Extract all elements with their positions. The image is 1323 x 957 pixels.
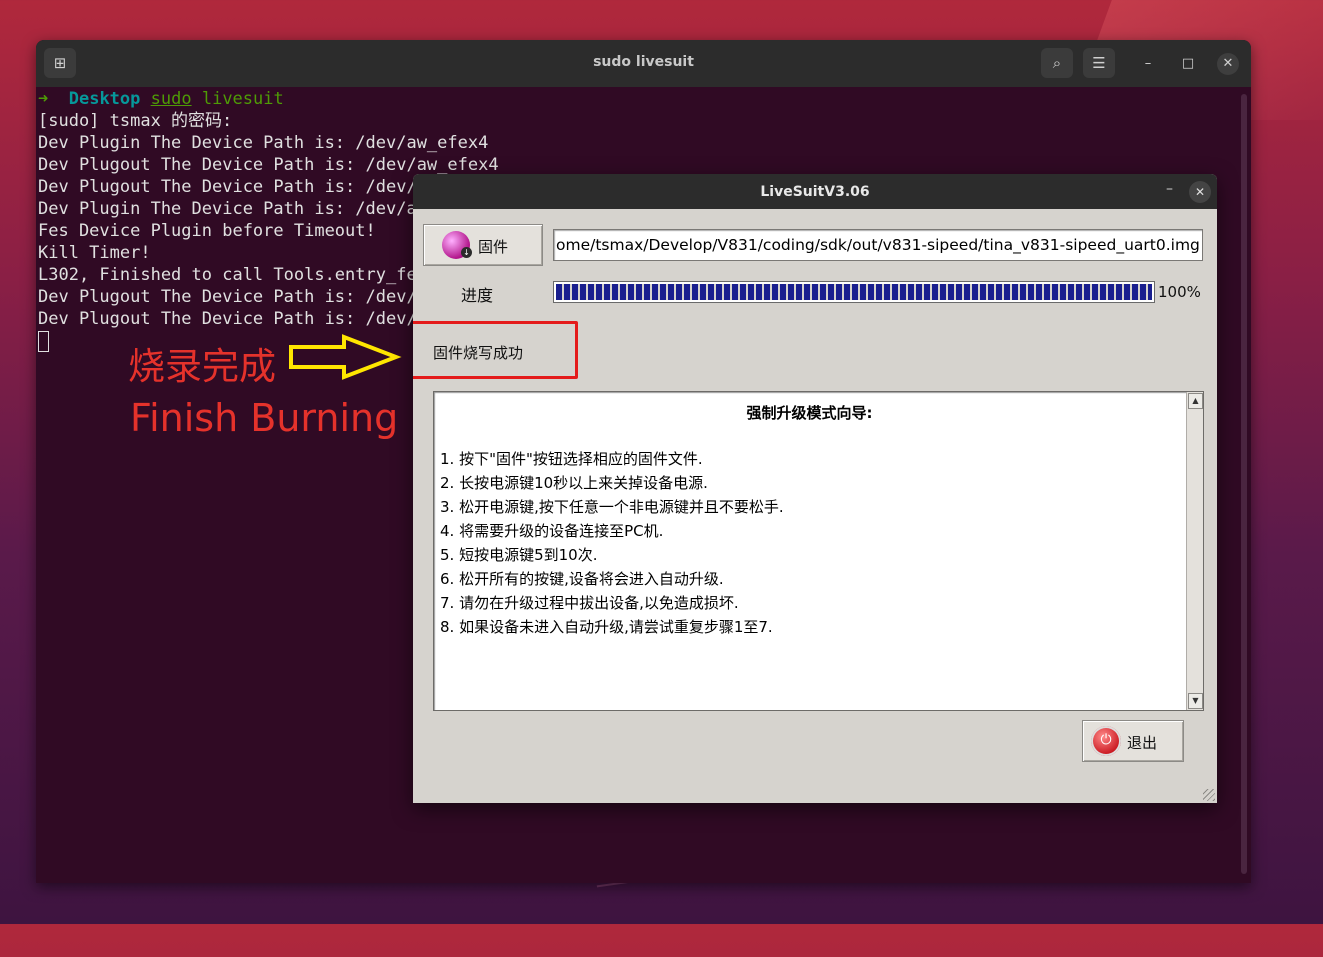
progress-label: 进度 <box>461 286 494 305</box>
exit-button[interactable]: ⏻ 退出 <box>1082 720 1184 762</box>
output-line: Dev Plugin The Device Path is: /dev/aw_e… <box>38 133 489 153</box>
scroll-down-icon[interactable]: ▼ <box>1188 693 1203 709</box>
prompt-line: ➜ Desktop sudo livesuit <box>38 88 1237 110</box>
guide-step: 7. 请勿在升级过程中拔出设备,以免造成损坏. <box>440 594 739 612</box>
guide-scrollbar[interactable]: ▲ ▼ <box>1186 392 1203 710</box>
exit-button-label: 退出 <box>1127 734 1158 752</box>
close-icon[interactable]: ✕ <box>1217 53 1239 75</box>
prompt-arrow-icon: ➜ <box>38 89 49 109</box>
search-icon[interactable]: ⌕ <box>1041 48 1073 78</box>
close-icon[interactable]: ✕ <box>1189 181 1211 203</box>
minimize-icon[interactable]: – <box>1166 181 1173 197</box>
power-icon: ⏻ <box>1091 726 1121 756</box>
resize-grip-icon[interactable] <box>1203 789 1215 801</box>
minimize-icon[interactable]: – <box>1137 53 1159 75</box>
status-highlight-box <box>413 321 578 379</box>
maximize-icon[interactable]: □ <box>1177 53 1199 75</box>
guide-step: 4. 将需要升级的设备连接至PC机. <box>440 522 664 540</box>
guide-steps: 1. 按下"固件"按钮选择相应的固件文件. 2. 长按电源键10秒以上来关掉设备… <box>440 447 784 639</box>
download-badge-icon: ↓ <box>461 247 472 258</box>
annotation-arrow-icon <box>289 334 402 380</box>
annotation-english: Finish Burning <box>130 396 399 440</box>
terminal-cursor <box>38 330 49 352</box>
terminal-scrollbar[interactable] <box>1241 94 1247 874</box>
terminal-titlebar[interactable]: ⊞ sudo livesuit ⌕ ☰ – □ ✕ <box>36 40 1251 87</box>
scroll-up-icon[interactable]: ▲ <box>1188 393 1203 409</box>
progress-percent: 100% <box>1158 283 1201 301</box>
guide-step: 6. 松开所有的按键,设备将会进入自动升级. <box>440 570 724 588</box>
progress-bar-fill <box>556 284 1152 300</box>
firmware-button[interactable]: ↓ 固件 <box>423 224 543 266</box>
livesuit-window: LiveSuitV3.06 – ✕ ↓ 固件 ome/tsmax/Develop… <box>413 174 1217 803</box>
firmware-path-field[interactable]: ome/tsmax/Develop/V831/coding/sdk/out/v8… <box>553 229 1203 261</box>
guide-title: 强制升级模式向导: <box>746 404 873 422</box>
prompt-argument: livesuit <box>201 89 284 109</box>
progress-bar <box>553 281 1155 303</box>
hamburger-menu-icon[interactable]: ☰ <box>1083 48 1115 78</box>
livesuit-titlebar[interactable]: LiveSuitV3.06 – ✕ <box>413 174 1217 209</box>
annotation-chinese: 烧录完成 <box>128 345 276 388</box>
upgrade-guide-textbox[interactable]: 强制升级模式向导: 1. 按下"固件"按钮选择相应的固件文件. 2. 长按电源键… <box>433 391 1204 711</box>
output-line: [sudo] tsmax 的密码: <box>38 111 233 131</box>
guide-step: 5. 短按电源键5到10次. <box>440 546 598 564</box>
guide-step: 2. 长按电源键10秒以上来关掉设备电源. <box>440 474 708 492</box>
firmware-button-label: 固件 <box>478 238 509 256</box>
livesuit-title: LiveSuitV3.06 <box>760 184 870 200</box>
prompt-command: sudo <box>150 89 192 109</box>
guide-step: 1. 按下"固件"按钮选择相应的固件文件. <box>440 450 703 468</box>
guide-step: 8. 如果设备未进入自动升级,请尝试重复步骤1至7. <box>440 618 773 636</box>
guide-step: 3. 松开电源键,按下任意一个非电源键并且不要松手. <box>440 498 784 516</box>
output-line: Dev Plugout The Device Path is: /dev/aw_… <box>38 155 499 175</box>
prompt-directory: Desktop <box>68 89 141 109</box>
